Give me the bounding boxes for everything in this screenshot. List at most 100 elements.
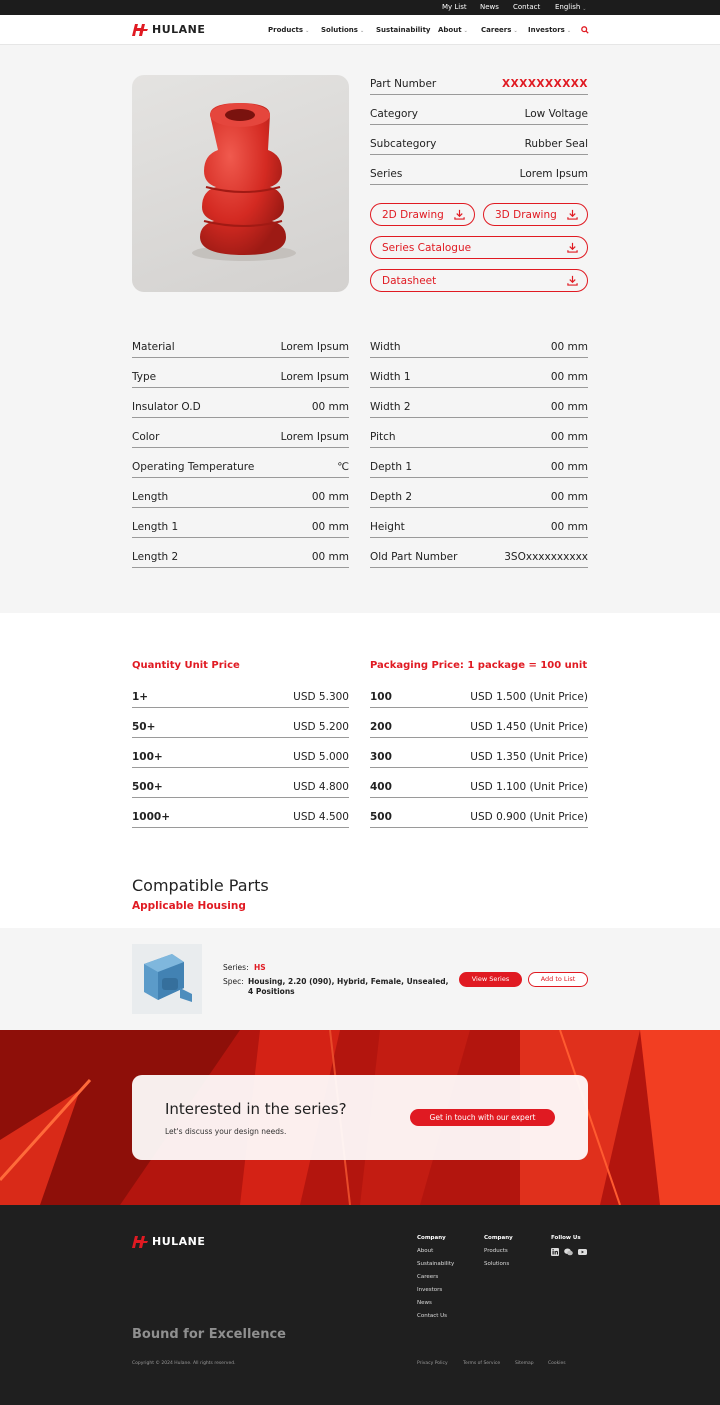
series-value: HS [253,963,266,972]
download-3d-drawing-label: 3D Drawing [495,209,557,221]
social-icons [551,1248,587,1256]
footer-link-contact-us[interactable]: Contact Us [417,1310,454,1323]
download-icon [567,275,578,286]
footer-link-careers[interactable]: Careers [417,1271,454,1284]
download-series-catalogue-button[interactable]: Series Catalogue [370,236,588,259]
footer-link-privacy-policy[interactable]: Privacy Policy [417,1361,448,1366]
spec-row: Old Part Number 3SOxxxxxxxxxx [370,548,588,568]
chevron-down-icon: ⌄ [463,28,468,34]
price-qty: 500+ [132,781,163,793]
footer-link-investors[interactable]: Investors [417,1284,454,1297]
chevron-down-icon: ⌄ [359,28,365,34]
footer: HULANE Company About Sustainability Care… [0,1205,720,1405]
spec-row: Width 00 mm [370,338,588,358]
category-value: Low Voltage [524,108,588,120]
spec-label: Width 2 [370,401,411,413]
spec-row: Material Lorem Ipsum [132,338,349,358]
download-datasheet-button[interactable]: Datasheet [370,269,588,292]
nav-careers[interactable]: Careers ⌄ [481,26,518,34]
price-qty: 500 [370,811,392,823]
youtube-icon[interactable] [578,1248,587,1256]
view-series-button[interactable]: View Series [459,972,522,987]
spec-value: Lorem Ipsum [280,371,349,383]
chevron-down-icon: ⌄ [566,28,572,34]
spec-label: Depth 2 [370,491,412,503]
footer-link-solutions[interactable]: Solutions [484,1258,513,1271]
download-2d-drawing-button[interactable]: 2D Drawing [370,203,475,226]
cta-subtitle: Let's discuss your design needs. [165,1127,287,1136]
footer-column-title: Company [417,1235,446,1241]
spec-value: 00 mm [550,341,588,353]
footer-link-products[interactable]: Products [484,1245,513,1258]
wechat-icon[interactable] [564,1248,573,1256]
contact-expert-button[interactable]: Get in touch with our expert [410,1109,555,1126]
part-number-value: XXXXXXXXXX [502,78,588,90]
price-value: USD 1.450 (Unit Price) [470,721,588,733]
copyright-text: Copyright © 2024 Hulane. All rights rese… [132,1361,236,1366]
linkedin-icon[interactable] [551,1248,559,1256]
my-list-link[interactable]: My List [442,3,467,11]
footer-link-sitemap[interactable]: Sitemap [515,1361,534,1366]
download-datasheet-label: Datasheet [382,275,437,287]
footer-link-about[interactable]: About [417,1245,454,1258]
language-selector[interactable]: English ⌄ [555,3,586,12]
spec-row: Depth 2 00 mm [370,488,588,508]
footer-link-cookies[interactable]: Cookies [548,1361,566,1366]
spec-row: Length 2 00 mm [132,548,349,568]
spec-value-line-2: 4 Positions [248,987,295,996]
spec-value: 00 mm [311,521,349,533]
quantity-price-title: Quantity Unit Price [132,660,240,671]
spec-row: Length 1 00 mm [132,518,349,538]
footer-tagline: Bound for Excellence [132,1327,287,1342]
brand-logo[interactable]: HULANE [132,23,205,36]
search-icon[interactable] [581,26,589,34]
footer-link-news[interactable]: News [417,1297,454,1310]
footer-logo[interactable]: HULANE [132,1235,205,1248]
contact-link[interactable]: Contact [513,3,540,11]
price-value: USD 1.100 (Unit Price) [470,781,588,793]
nav-investors[interactable]: Investors ⌄ [528,26,571,34]
spec-row: Height 00 mm [370,518,588,538]
series-row: Series Lorem Ipsum [370,165,588,185]
spec-label: Spec: [223,977,244,986]
compatible-parts-title: Compatible Parts [132,876,269,895]
nav-products-label: Products [268,26,304,34]
hulane-logo-icon [132,1235,148,1248]
nav-products[interactable]: Products ⌄ [268,26,309,34]
nav-solutions[interactable]: Solutions ⌄ [321,26,364,34]
subcategory-row: Subcategory Rubber Seal [370,135,588,155]
price-qty: 50+ [132,721,156,733]
spec-value: 00 mm [550,521,588,533]
language-label: English [555,3,581,11]
chevron-down-icon: ⌄ [513,28,518,34]
compatible-series: Series: HS [223,963,266,972]
spec-row: Pitch 00 mm [370,428,588,448]
spec-label: Insulator O.D [132,401,201,413]
subcategory-value: Rubber Seal [524,138,588,150]
price-row: 500+ USD 4.800 [132,778,349,798]
applicable-housing-subtitle: Applicable Housing [132,900,246,912]
price-row: 50+ USD 5.200 [132,718,349,738]
packaging-price-title: Packaging Price: 1 package = 100 unit [370,660,588,671]
price-value: USD 4.500 [293,811,349,823]
download-icon [567,209,578,220]
news-link[interactable]: News [480,3,499,11]
spec-label: Material [132,341,175,353]
spec-label: Length 2 [132,551,179,563]
download-3d-drawing-button[interactable]: 3D Drawing [483,203,588,226]
nav-sustainability[interactable]: Sustainability [376,26,431,34]
price-value: USD 1.350 (Unit Price) [470,751,588,763]
spec-row: Operating Temperature ℃ [132,458,349,478]
nav-about-label: About [438,26,462,34]
spec-label: Length 1 [132,521,179,533]
main-navigation: HULANE Products ⌄ Solutions ⌄ Sustainabili… [0,15,720,45]
housing-thumbnail[interactable] [132,944,202,1014]
spec-label: Length [132,491,169,503]
add-to-list-button[interactable]: Add to List [528,972,588,987]
spec-label: Width 1 [370,371,411,383]
footer-link-terms[interactable]: Terms of Service [463,1361,500,1366]
nav-about[interactable]: About ⌄ [438,26,468,34]
price-qty: 200 [370,721,392,733]
spec-row: Length 00 mm [132,488,349,508]
footer-link-sustainability[interactable]: Sustainability [417,1258,454,1271]
